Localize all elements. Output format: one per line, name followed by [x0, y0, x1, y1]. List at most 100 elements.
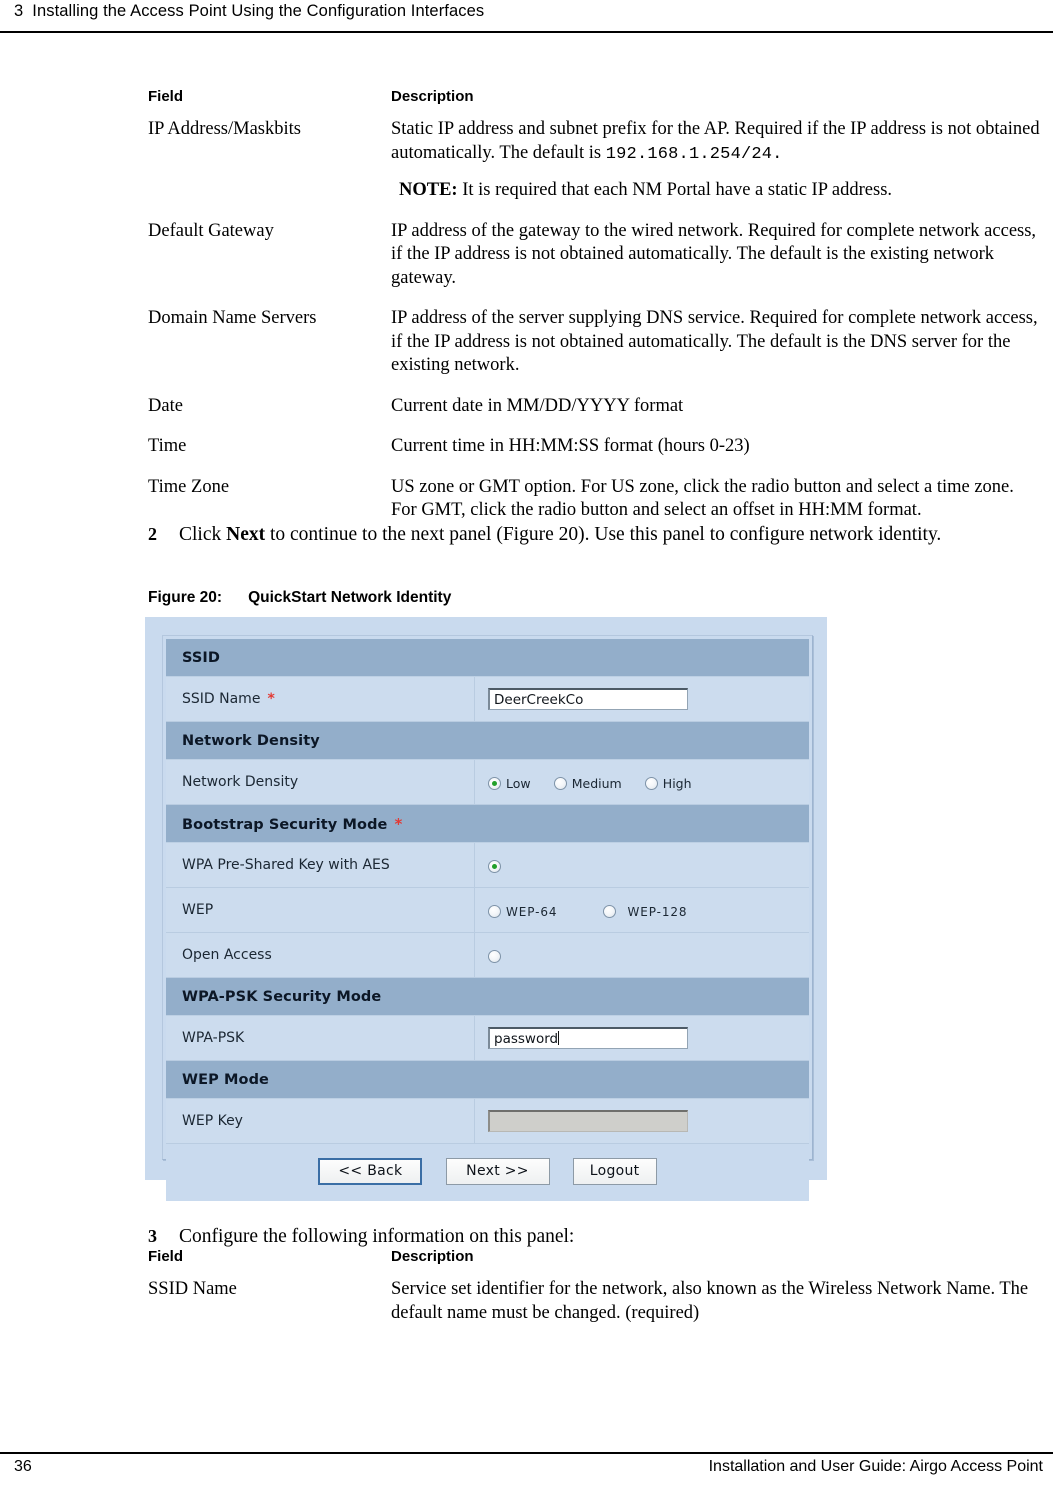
radio-label: Medium [571, 776, 622, 791]
value-wep: WEP-64 WEP-128 [474, 887, 809, 933]
field-description: Service set identifier for the network, … [391, 1279, 1029, 1323]
field-description: Current time in HH:MM:SS format (hours 0… [391, 436, 750, 456]
step-number: 3 [148, 1226, 157, 1246]
field-name: Time [148, 436, 187, 456]
panel-button-bar-cell: << Back Next >> Logout [166, 1143, 809, 1201]
section-title: SSID [182, 649, 221, 666]
row-open-access: Open Access [166, 932, 809, 978]
section-title: WPA-PSK Security Mode [182, 988, 382, 1005]
radio-option-wpa-psk-aes[interactable] [488, 856, 501, 875]
radio-option-wep-128[interactable]: WEP-128 [602, 901, 688, 920]
step-text: Configure the following information on t… [179, 1226, 575, 1247]
field-name: Default Gateway [148, 220, 274, 241]
section-header-bootstrap-security-mode: Bootstrap Security Mode * [166, 804, 809, 843]
wpa-psk-input[interactable]: password [488, 1027, 688, 1049]
footer-rule [0, 1452, 1053, 1454]
page-running-head: 3 Installing the Access Point Using the C… [0, 0, 1053, 34]
radio-label: Low [506, 776, 531, 791]
default-ip-value: 192.168.1.254/24. [605, 144, 783, 164]
table-row: Domain Name Servers IP address of the se… [148, 307, 1040, 395]
next-button-reference: Next [226, 524, 266, 545]
radio-option-open-access[interactable] [488, 946, 501, 965]
row-wpa-preshared-key-aes: WPA Pre-Shared Key with AES [166, 842, 809, 888]
section-header-ssid: SSID [166, 639, 809, 677]
step-text-pre: Click [179, 524, 227, 545]
quickstart-panel: SSID SSID Name * DeerCreekCo Network Dens… [162, 635, 813, 1201]
note-block: NOTE: It is required that each NM Portal… [391, 179, 1040, 203]
network-identity-form: SSID SSID Name * DeerCreekCo Network Dens… [166, 639, 809, 1201]
radio-label: WEP-64 [506, 904, 558, 919]
section-header-network-density: Network Density [166, 721, 809, 760]
radio-icon[interactable] [488, 860, 501, 873]
step-text: Click Next to continue to the next panel… [179, 522, 1040, 547]
row-wpa-psk: WPA-PSK password [166, 1015, 809, 1061]
column-header-field: Field [148, 1248, 184, 1265]
back-button[interactable]: << Back [318, 1158, 423, 1185]
radio-label: High [662, 776, 692, 791]
value-wep-key [474, 1098, 809, 1144]
value-open-access [474, 932, 809, 978]
figure-label: Figure 20: [148, 589, 223, 606]
chapter-heading: 3 Installing the Access Point Using the C… [14, 2, 484, 21]
radio-option-low[interactable]: Low [488, 773, 531, 792]
radio-label: WEP-128 [627, 904, 688, 919]
column-header-description: Description [391, 1248, 474, 1265]
note-text: It is required that each NM Portal have … [457, 180, 893, 200]
field-description: IP address of the gateway to the wired n… [391, 220, 1037, 288]
label-ssid-name: SSID Name * [166, 676, 475, 722]
guide-title: Installation and User Guide: Airgo Acces… [708, 1458, 1043, 1475]
section-header-network-density-label: Network Density [166, 721, 809, 760]
table-header-row: Field Description [148, 1248, 1040, 1278]
field-name: Date [148, 395, 183, 416]
field-description-table-1: Field Description IP Address/Maskbits St… [148, 88, 1040, 540]
field-description: IP address of the server supplying DNS s… [391, 308, 1038, 375]
field-name: IP Address/Maskbits [148, 119, 301, 139]
wep-key-input[interactable] [488, 1110, 688, 1132]
table-header-row: Field Description [148, 88, 1040, 118]
column-header-description: Description [391, 88, 474, 105]
row-wep: WEP WEP-64 WEP-128 [166, 887, 809, 933]
radio-icon[interactable] [644, 777, 658, 790]
step-2: 2 Click Next to continue to the next pan… [148, 522, 1040, 547]
table-row: Date Current date in MM/DD/YYYY format [148, 395, 1040, 436]
label-wpa-psk: WPA-PSK [166, 1015, 475, 1061]
step-text-post: to continue to the next panel (Figure 20… [265, 524, 942, 545]
radio-icon[interactable] [553, 777, 567, 790]
label-wpa-preshared-key-aes: WPA Pre-Shared Key with AES [166, 842, 475, 888]
note-label: NOTE: [399, 180, 458, 200]
field-description: Current date in MM/DD/YYYY format [391, 395, 684, 416]
value-ssid-name: DeerCreekCo [474, 676, 809, 722]
row-ssid-name: SSID Name * DeerCreekCo [166, 676, 809, 722]
radio-icon[interactable] [488, 905, 501, 918]
chapter-title: Installing the Access Point Using the Co… [32, 2, 485, 20]
table-row: Time Current time in HH:MM:SS format (ho… [148, 435, 1040, 476]
radio-icon[interactable] [602, 905, 616, 918]
panel-button-bar: << Back Next >> Logout [166, 1143, 809, 1201]
radio-icon[interactable] [488, 777, 501, 790]
section-header-ssid-label: SSID [166, 639, 809, 677]
section-header-wep-mode: WEP Mode [166, 1060, 809, 1099]
page-number: 36 [14, 1458, 32, 1475]
value-wpa-psk: password [474, 1015, 809, 1061]
field-name: Domain Name Servers [148, 308, 317, 328]
logout-button[interactable]: Logout [572, 1158, 657, 1185]
section-title: Bootstrap Security Mode [182, 816, 388, 833]
next-button[interactable]: Next >> [445, 1158, 550, 1185]
field-description-table-2: Field Description SSID Name Service set … [148, 1248, 1040, 1342]
required-marker: * [394, 814, 403, 833]
field-name: SSID Name [148, 1279, 237, 1299]
radio-icon[interactable] [488, 950, 501, 963]
step-number: 2 [148, 524, 157, 544]
radio-option-high[interactable]: High [644, 773, 692, 792]
radio-option-medium[interactable]: Medium [553, 773, 622, 792]
table-row: SSID Name Service set identifier for the… [148, 1278, 1040, 1342]
column-header-field: Field [148, 88, 184, 105]
ssid-name-input[interactable]: DeerCreekCo [488, 688, 688, 710]
step-3: 3 Configure the following information on… [148, 1224, 1040, 1249]
figure-caption: Figure 20: QuickStart Network Identity [148, 589, 451, 607]
section-header-bootstrap-label: Bootstrap Security Mode * [166, 804, 809, 843]
radio-option-wep-64[interactable]: WEP-64 [488, 901, 557, 920]
network-density-radio-group: Low Medium High [488, 772, 710, 792]
section-header-wep-mode-label: WEP Mode [166, 1060, 809, 1099]
label-open-access: Open Access [166, 932, 475, 978]
